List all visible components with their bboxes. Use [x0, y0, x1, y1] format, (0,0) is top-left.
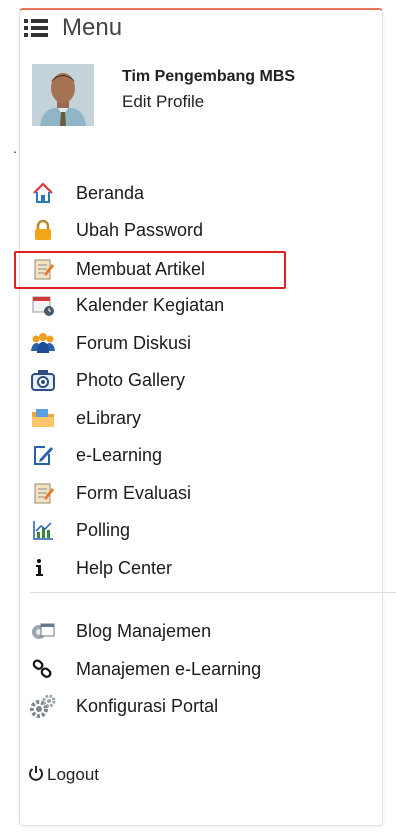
notepad-icon — [30, 256, 56, 282]
edit-icon — [30, 442, 56, 468]
menu-item-forum-diskusi[interactable]: Forum Diskusi — [30, 328, 330, 358]
menu-item-form-evaluasi[interactable]: Form Evaluasi — [30, 478, 330, 508]
lock-icon — [30, 217, 56, 243]
link-icon — [30, 656, 56, 682]
blog-settings-icon — [30, 618, 56, 644]
menu-item-help-center[interactable]: Help Center — [30, 553, 330, 583]
menu-item-kalender-kegiatan[interactable]: Kalender Kegiatan — [30, 290, 330, 320]
menu-item-photo-gallery[interactable]: Photo Gallery — [30, 365, 330, 395]
menu-title: Menu — [62, 14, 123, 41]
list-icon — [24, 19, 48, 37]
info-icon — [30, 555, 56, 581]
chart-icon — [30, 517, 56, 543]
people-icon — [30, 330, 56, 356]
stray-dot: . — [13, 140, 17, 156]
home-icon — [30, 180, 56, 206]
menu-item-manajemen-e-learning[interactable]: Manajemen e-Learning — [30, 654, 330, 684]
folder-icon — [30, 405, 56, 431]
menu-divider — [30, 592, 396, 593]
menu-item-konfigurasi-portal[interactable]: Konfigurasi Portal — [30, 691, 330, 721]
menu-header[interactable]: Menu — [24, 12, 122, 44]
form-icon — [30, 480, 56, 506]
avatar[interactable] — [32, 64, 94, 126]
logout-label: Logout — [47, 765, 99, 784]
logout-button[interactable]: Logout — [28, 763, 99, 787]
calendar-icon — [30, 292, 56, 318]
menu-item-blog-manajemen[interactable]: Blog Manajemen — [30, 616, 330, 646]
edit-profile-link[interactable]: Edit Profile — [122, 92, 204, 112]
camera-icon — [30, 367, 56, 393]
profile-name: Tim Pengembang MBS — [122, 68, 296, 85]
menu-item-ubah-password[interactable]: Ubah Password — [30, 215, 330, 245]
menu-item-e-learning[interactable]: e-Learning — [30, 440, 330, 470]
menu-item-beranda[interactable]: Beranda — [30, 178, 330, 208]
power-icon — [28, 765, 44, 786]
menu-item-elibrary[interactable]: eLibrary — [30, 403, 330, 433]
menu-item-polling[interactable]: Polling — [30, 515, 330, 545]
gears-icon — [30, 693, 56, 719]
menu-item-membuat-artikel[interactable]: Membuat Artikel — [30, 254, 330, 284]
